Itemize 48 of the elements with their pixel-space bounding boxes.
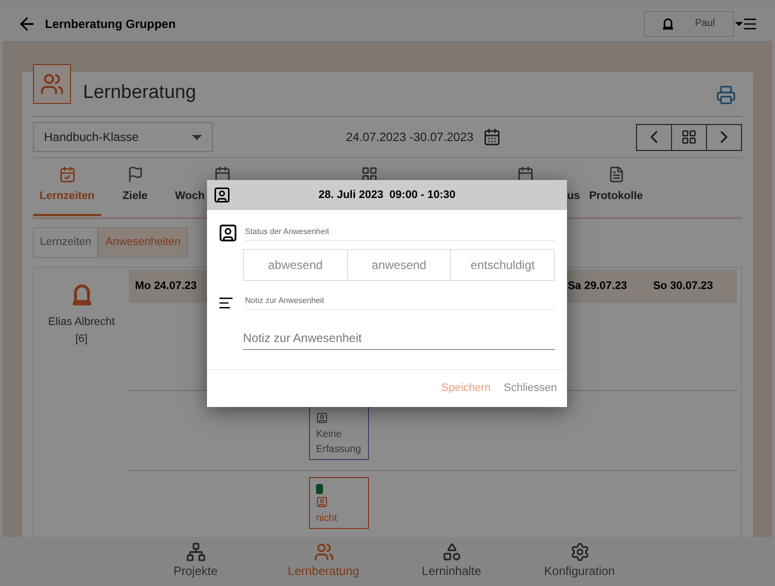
nav-icon — [314, 542, 334, 562]
card-title: Lernberatung — [83, 80, 196, 104]
tab[interactable]: Protokolle — [586, 166, 646, 216]
day-label: Mo 24.07.23 — [135, 279, 197, 294]
status-marker — [316, 484, 323, 494]
status-option[interactable]: anwesend — [346, 250, 450, 280]
nav-icon — [442, 542, 462, 562]
day-label: Sa 29.07.23 — [568, 279, 628, 294]
caret-icon — [735, 22, 744, 26]
field-label: Status der Anwesenheit — [245, 226, 555, 241]
nav-icon — [570, 542, 590, 562]
status-option[interactable]: entschuldigt — [450, 250, 554, 280]
contact-icon — [218, 223, 238, 243]
nav-item[interactable]: Lerninhalte — [388, 537, 516, 582]
student-name: Elias Albrecht — [48, 315, 115, 330]
nav-item[interactable]: Konfiguration — [516, 537, 644, 582]
tab-icon — [608, 166, 624, 184]
calendar-icon[interactable] — [483, 128, 502, 146]
field-label: Notiz zur Anwesenheit — [245, 295, 555, 310]
dialog-button[interactable]: Speichern — [441, 380, 491, 397]
tab-icon — [58, 166, 76, 184]
people-icon — [40, 72, 64, 96]
day-label: So 30.07.23 — [653, 279, 713, 294]
subtab[interactable]: Anwesenheiten — [98, 227, 188, 258]
nav-item[interactable]: Projekte — [132, 537, 260, 582]
contact-icon — [316, 496, 328, 508]
attendance-entry[interactable]: nicht — [309, 477, 369, 529]
page-title: Lernberatung Gruppen — [45, 16, 176, 32]
class-select[interactable]: Handbuch-Klasse — [33, 122, 213, 152]
tab[interactable]: Lernzeiten — [33, 166, 101, 216]
subtab[interactable]: Lernzeiten — [33, 227, 98, 258]
tab-icon — [126, 166, 144, 184]
status-option[interactable]: abwesend — [244, 250, 347, 280]
print-icon[interactable] — [716, 85, 736, 105]
caret-icon — [192, 134, 202, 140]
contact-icon — [213, 186, 231, 204]
dialog-button[interactable]: Schliessen — [504, 380, 557, 397]
note-field[interactable]: Notiz zur Anwesenheit — [243, 329, 555, 350]
notes-icon — [218, 295, 234, 311]
grid-icon — [681, 129, 697, 146]
tab[interactable]: Ziele — [101, 166, 169, 216]
nav-item[interactable]: Lernberatung — [260, 537, 388, 582]
nav-icon — [186, 542, 206, 562]
menu-icon[interactable] — [742, 16, 758, 32]
date-range: 24.07.2023 -30.07.2023 — [346, 129, 474, 146]
dialog-title: 28. Juli 2023 09:00 - 10:30 — [318, 188, 456, 203]
contact-icon — [316, 412, 328, 424]
student-count: [6] — [75, 332, 88, 346]
